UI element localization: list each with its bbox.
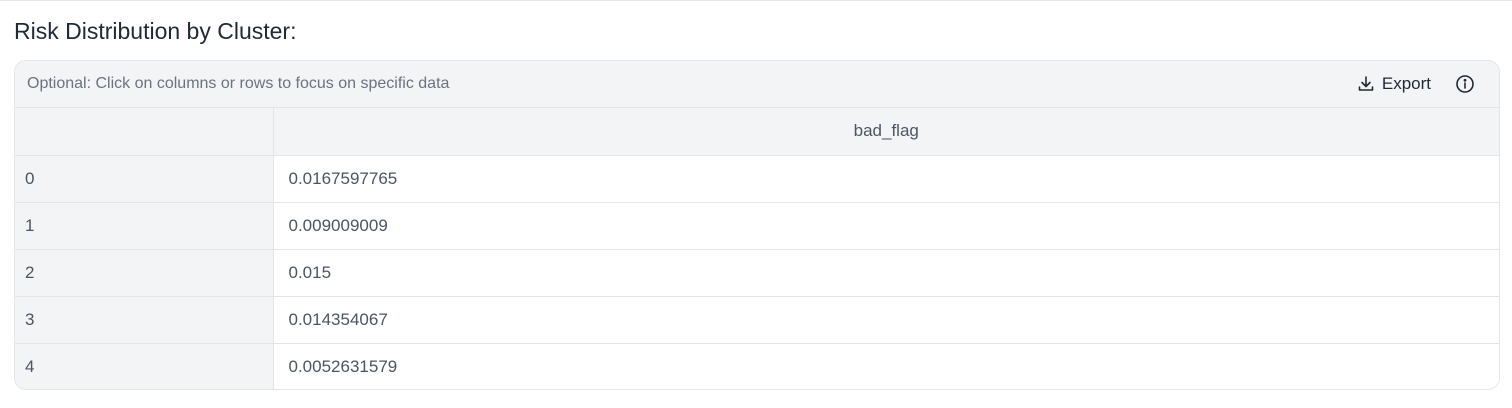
row-index-cell[interactable]: 3	[15, 296, 274, 344]
bad-flag-cell[interactable]: 0.0167597765	[273, 155, 1499, 203]
bad-flag-column-header[interactable]: bad_flag	[273, 108, 1499, 156]
index-column-header[interactable]	[15, 108, 274, 156]
section-title: Risk Distribution by Cluster:	[14, 18, 297, 44]
export-label: Export	[1381, 74, 1431, 93]
row-index-cell[interactable]: 4	[15, 343, 274, 389]
table-row[interactable]: 2 0.015	[15, 249, 1499, 297]
export-button[interactable]: Export	[1356, 74, 1431, 94]
risk-table: bad_flag 0 0.0167597765 1 0.009009009 2 …	[15, 108, 1499, 389]
bad-flag-cell[interactable]: 0.0052631579	[273, 343, 1499, 389]
bad-flag-cell[interactable]: 0.014354067	[273, 296, 1499, 344]
table-row[interactable]: 0 0.0167597765	[15, 155, 1499, 203]
table-row[interactable]: 4 0.0052631579	[15, 343, 1499, 389]
row-index-cell[interactable]: 1	[15, 202, 274, 250]
bad-flag-cell[interactable]: 0.015	[273, 249, 1499, 297]
table-toolbar: Optional: Click on columns or rows to fo…	[15, 61, 1499, 108]
table-header-row: bad_flag	[15, 108, 1499, 156]
toolbar-actions: Export	[1356, 74, 1475, 94]
info-icon[interactable]	[1455, 74, 1475, 94]
row-index-cell[interactable]: 0	[15, 155, 274, 203]
row-index-cell[interactable]: 2	[15, 249, 274, 297]
download-icon	[1356, 74, 1376, 94]
focus-hint-text: Optional: Click on columns or rows to fo…	[27, 75, 450, 92]
top-divider	[0, 0, 1512, 1]
bad-flag-cell[interactable]: 0.009009009	[273, 202, 1499, 250]
data-table-card: Optional: Click on columns or rows to fo…	[14, 60, 1500, 390]
table-row[interactable]: 3 0.014354067	[15, 296, 1499, 344]
table-row[interactable]: 1 0.009009009	[15, 202, 1499, 250]
